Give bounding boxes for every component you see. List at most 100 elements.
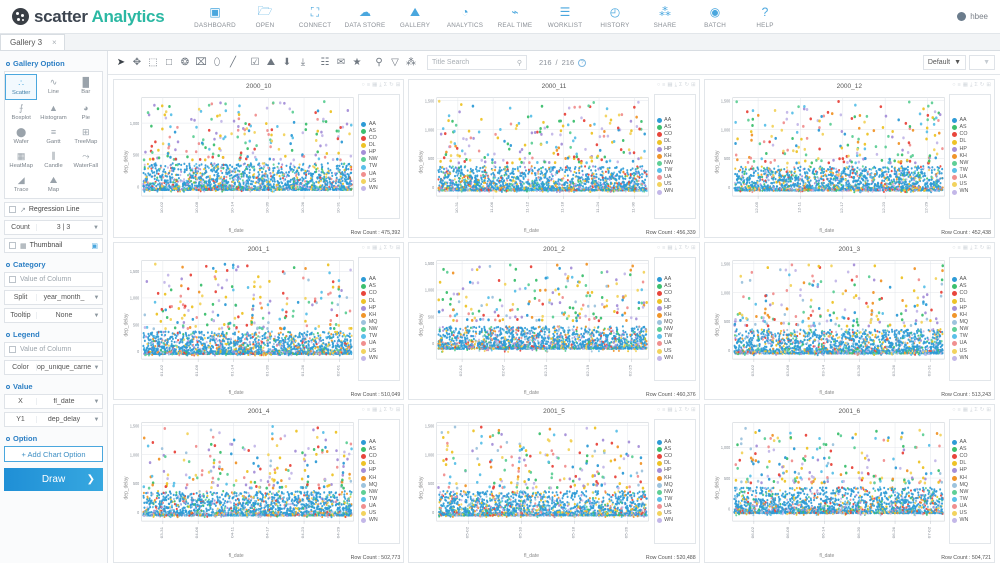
tab-gallery-3[interactable]: Gallery 3 × [0,34,65,50]
panel-tool-icon[interactable]: ⊞ [396,407,401,414]
legend-item[interactable]: TW [361,333,397,340]
legend-item[interactable]: TW [656,167,693,174]
panel-tool-icon[interactable]: ≡ [958,407,961,414]
nav-item-real-time[interactable]: ⌁ REAL TIME [490,5,540,29]
favorite-tool[interactable]: ★ [349,55,365,71]
plot-area[interactable]: dep_delay 0 500 1,000 10-02 10-08 10-14 10-20 10… [114,90,358,235]
legend-item[interactable]: AA [952,117,988,124]
panel-tool-icon[interactable]: ≡ [367,407,370,414]
search-icon[interactable]: ⚲ [517,59,522,67]
panel-tool-icon[interactable]: ⤓ [970,245,972,252]
legend-item[interactable]: UA [656,174,693,181]
nav-item-worklist[interactable]: ☰ WORKLIST [540,5,590,29]
legend-item[interactable]: AS [952,446,988,453]
legend-item[interactable]: TW [361,496,397,503]
chart-type-scatter[interactable]: ∴ Scatter [5,74,38,100]
legend-item[interactable]: US [361,348,397,355]
legend-item[interactable]: US [952,181,988,188]
chart-type-gantt[interactable]: ≡ Gantt [37,124,69,148]
chart-panel[interactable]: ○ ≡ ▦ ⤓ Σ ↻ ⊞ 2001_1 dep_delay 0 500 1,000 1,500 01-0… [113,241,405,401]
chart-panel[interactable]: ○ ≡ ▦ ⤓ Σ ↻ ⊞ 2001_5 dep_delay 0 500 1,000 1,500 05-0… [408,404,700,563]
category-value-of-column-row[interactable]: Value of Column [4,272,103,287]
panel-tool-icon[interactable]: ○ [657,82,660,89]
move-tool[interactable]: ✥ [129,55,145,71]
legend-item[interactable]: NW [656,489,693,496]
legend-item[interactable]: TW [656,333,693,340]
plot-area[interactable]: dep_delay 0 500 1,000 06-02 06-08 06-14 06-20 06… [705,415,949,560]
brush-tool[interactable]: ╱ [225,55,241,71]
legend-item[interactable]: HP [952,467,988,474]
count-row[interactable]: Count 3 | 3 ▼ [4,220,103,235]
panel-tool-icon[interactable]: ○ [362,407,365,414]
panel-tool-icon[interactable]: ≡ [367,245,370,252]
user-menu[interactable]: hbee [957,12,988,21]
legend-item[interactable]: AS [361,128,397,135]
legend-item[interactable]: NW [952,160,988,167]
legend-item[interactable]: KH [656,312,693,319]
rect-select-tool[interactable]: □ [161,55,177,71]
legend-item[interactable]: UA [361,503,397,510]
legend-item[interactable]: TW [656,496,693,503]
panel-tool-icon[interactable]: ↻ [684,407,689,414]
panel-tool-icon[interactable]: ⊞ [691,82,696,89]
legend-item[interactable]: AS [656,283,693,290]
image-tool[interactable]: ⛰ [263,55,279,71]
filter-tool[interactable]: ▽ [387,55,403,71]
panel-tool-icon[interactable]: ○ [952,407,955,414]
panel-tool-icon[interactable]: ⊞ [691,245,696,252]
legend-item[interactable]: DL [656,298,693,305]
legend-item[interactable]: KH [656,153,693,160]
legend-item[interactable]: CO [656,290,693,297]
nav-item-history[interactable]: ◴ HISTORY [590,5,640,29]
panel-tool-icon[interactable]: ⤓ [675,245,677,252]
legend-item[interactable]: MQ [656,319,693,326]
chart-type-trace[interactable]: ◢ Trace [5,172,37,196]
legend-item[interactable]: WN [361,185,397,192]
panel-tool-icon[interactable]: ▦ [372,82,377,89]
thumbnail-export-icon[interactable]: ▣ [91,242,98,250]
panel-tool-icon[interactable]: ≡ [367,82,370,89]
legend-item[interactable]: AS [361,446,397,453]
chevron-down-icon[interactable]: ▼ [90,225,102,231]
legend-item[interactable]: AS [361,283,397,290]
legend-item[interactable]: UA [952,503,988,510]
chart-type-boxplot[interactable]: ⨍ Boxplot [5,100,37,124]
panel-tool-icon[interactable]: ↻ [389,245,394,252]
panel-tool-icon[interactable]: ○ [657,407,660,414]
legend-item[interactable]: CO [361,453,397,460]
legend-item[interactable]: AS [656,446,693,453]
nav-item-analytics[interactable]: ◔ ANALYTICS [440,5,490,29]
panel-tool-icon[interactable]: ○ [952,82,955,89]
legend-item[interactable]: AS [952,283,988,290]
legend-item[interactable]: AA [361,121,397,128]
legend-item[interactable]: TW [952,496,988,503]
chart-panel[interactable]: ○ ≡ ▦ ⤓ Σ ↻ ⊞ 2000_12 dep_delay 0 500 1,000 1,500 12-… [703,79,995,238]
panel-tool-icon[interactable]: ▦ [667,407,672,414]
plot-area[interactable]: dep_delay 0 500 1,000 1,500 12-05 12-11 12-17 12… [705,90,949,235]
panel-tool-icon[interactable]: ▦ [963,407,968,414]
panel-tool-icon[interactable]: ↻ [389,407,394,414]
legend-item[interactable]: NW [656,326,693,333]
legend-item[interactable]: AS [656,124,693,131]
legend-item[interactable]: US [656,348,693,355]
draw-button[interactable]: Draw ❯ [4,468,103,491]
panel-tool-icon[interactable]: ≡ [662,82,665,89]
legend-item[interactable]: HP [952,305,988,312]
category-tooltip-row[interactable]: Tooltip None ▼ [4,308,103,323]
export-image-tool[interactable]: ⬇ [279,55,295,71]
legend-item[interactable]: DL [952,460,988,467]
panel-tool-icon[interactable]: ▦ [963,82,968,89]
legend-item[interactable]: HP [656,467,693,474]
pointer-tool[interactable]: ➤ [113,55,129,71]
legend-item[interactable]: MQ [361,319,397,326]
legend-item[interactable]: US [952,348,988,355]
legend-value-of-column-row[interactable]: Value of Column [4,342,103,357]
nav-item-help[interactable]: ? HELP [740,5,790,29]
legend-item[interactable]: UA [361,171,397,178]
chart-panel[interactable]: ○ ≡ ▦ ⤓ Σ ↻ ⊞ 2000_11 dep_delay 0 500 1,000 1,500 10-… [408,79,700,238]
legend-item[interactable]: NW [656,160,693,167]
panel-tool-icon[interactable]: ↻ [980,82,985,89]
legend-item[interactable]: DL [952,138,988,145]
panel-tool-icon[interactable]: ⤓ [675,82,677,89]
legend-item[interactable]: WN [361,517,397,524]
